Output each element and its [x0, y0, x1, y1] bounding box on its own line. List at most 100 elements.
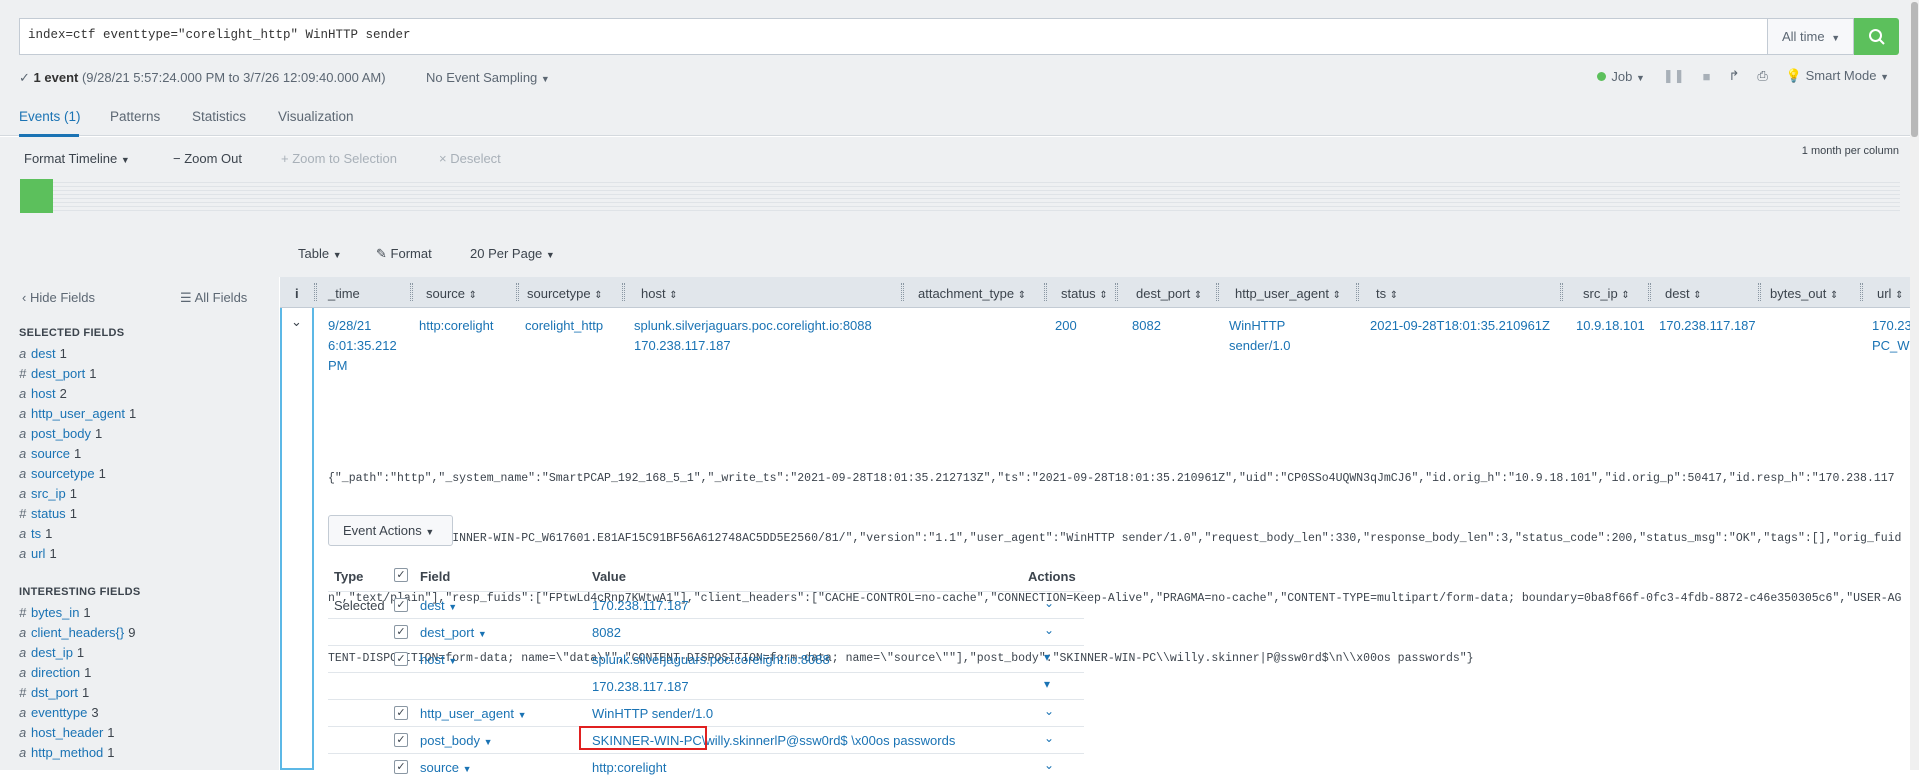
sidebar-field-dest-ip[interactable]: a dest_ip 1	[19, 645, 84, 660]
per-page-menu[interactable]: 20 Per Page ▼	[470, 246, 555, 261]
time-range-picker[interactable]: All time ▼	[1767, 18, 1854, 55]
column-header-bytes-out[interactable]: bytes_out ⇕	[1770, 286, 1838, 301]
column-header-host[interactable]: host ⇕	[641, 286, 678, 301]
tab-visualization[interactable]: Visualization	[278, 109, 354, 124]
chevron-down-icon[interactable]: ⌄	[1044, 596, 1054, 610]
cell-status[interactable]: 200	[1055, 316, 1077, 336]
sidebar-field-url[interactable]: a url 1	[19, 546, 57, 561]
field-checkbox[interactable]: ✓	[394, 760, 408, 774]
cell-dest-port[interactable]: 8082	[1132, 316, 1161, 336]
column-separator[interactable]	[516, 283, 519, 301]
sidebar-field-src-ip[interactable]: a src_ip 1	[19, 486, 77, 501]
stop-icon[interactable]: ■	[1703, 69, 1711, 84]
sidebar-field-status[interactable]: # status 1	[19, 506, 77, 521]
column-header-dest[interactable]: dest ⇕	[1665, 286, 1702, 301]
cell-host[interactable]: splunk.silverjaguars.poc.corelight.io:80…	[634, 316, 872, 356]
chevron-down-icon[interactable]: ⌄	[291, 314, 302, 330]
search-input[interactable]: index=ctf eventtype="corelight_http" Win…	[19, 18, 1767, 55]
sidebar-field-eventtype[interactable]: a eventtype 3	[19, 705, 99, 720]
sidebar-field-client-headers-[interactable]: a client_headers{} 9	[19, 625, 135, 640]
fv-field-name[interactable]: source ▼	[420, 760, 472, 775]
column-separator[interactable]	[901, 283, 904, 301]
column-separator[interactable]	[1860, 283, 1863, 301]
fv-field-name[interactable]: host ▼	[420, 652, 457, 667]
cell-time[interactable]: 9/28/21 6:01:35.212 PM	[328, 316, 397, 376]
event-actions-button[interactable]: Event Actions ▼	[328, 515, 453, 546]
field-checkbox[interactable]: ✓	[394, 706, 408, 720]
sidebar-field-host[interactable]: a host 2	[19, 386, 67, 401]
column-header-ts[interactable]: ts ⇕	[1376, 286, 1398, 301]
cell-ts[interactable]: 2021-09-28T18:01:35.210961Z	[1370, 316, 1550, 336]
fv-field-name[interactable]: dest_port ▼	[420, 625, 487, 640]
print-icon[interactable]: ⎙	[1757, 68, 1767, 84]
sidebar-field-bytes-in[interactable]: # bytes_in 1	[19, 605, 91, 620]
column-separator[interactable]	[1356, 283, 1359, 301]
chevron-down-icon[interactable]: ⌄	[1044, 623, 1054, 637]
zoom-out-button[interactable]: − Zoom Out	[173, 151, 242, 166]
hide-fields-button[interactable]: ‹ Hide Fields	[22, 290, 95, 305]
column-separator[interactable]	[1758, 283, 1761, 301]
timeline-chart[interactable]	[20, 179, 1900, 213]
sidebar-field-http-method[interactable]: a http_method 1	[19, 745, 115, 760]
sidebar-field-host-header[interactable]: a host_header 1	[19, 725, 115, 740]
column-separator[interactable]	[410, 283, 413, 301]
event-sampling-dropdown[interactable]: No Event Sampling ▼	[426, 70, 550, 85]
fv-field-name[interactable]: post_body ▼	[420, 733, 493, 748]
sidebar-field-direction[interactable]: a direction 1	[19, 665, 91, 680]
zoom-to-selection-button[interactable]: + Zoom to Selection	[281, 151, 397, 166]
chevron-down-icon[interactable]: ▾	[1044, 677, 1050, 691]
field-checkbox[interactable]: ✓	[394, 625, 408, 639]
tab-statistics[interactable]: Statistics	[192, 109, 246, 124]
fv-field-value[interactable]: http:corelight	[592, 760, 666, 775]
fv-field-value[interactable]: 8082	[592, 625, 621, 640]
column-header-http-user-agent[interactable]: http_user_agent ⇕	[1235, 286, 1341, 301]
column-separator[interactable]	[1560, 283, 1563, 301]
all-fields-button[interactable]: ☰ All Fields	[180, 290, 247, 306]
job-menu[interactable]: Job ▼	[1597, 69, 1645, 84]
pause-icon[interactable]: ❚❚	[1663, 68, 1685, 84]
fv-field-value[interactable]: 170.238.117.187	[592, 679, 689, 694]
sidebar-field-http-user-agent[interactable]: a http_user_agent 1	[19, 406, 136, 421]
column-separator[interactable]	[1044, 283, 1047, 301]
deselect-button[interactable]: × Deselect	[439, 151, 501, 166]
field-checkbox[interactable]: ✓	[394, 652, 408, 666]
column-header-dest-port[interactable]: dest_port ⇕	[1136, 286, 1202, 301]
fv-field-value[interactable]: WinHTTP sender/1.0	[592, 706, 713, 721]
cell-sourcetype[interactable]: corelight_http	[525, 316, 603, 336]
fv-field-value[interactable]: splunk.silverjaguars.poc.corelight.io:80…	[592, 652, 830, 667]
sidebar-field-ts[interactable]: a ts 1	[19, 526, 52, 541]
sidebar-field-sourcetype[interactable]: a sourcetype 1	[19, 466, 106, 481]
scrollbar-thumb[interactable]	[1911, 2, 1918, 137]
cell-http-user-agent[interactable]: WinHTTP sender/1.0	[1229, 316, 1290, 356]
timeline-bar[interactable]	[20, 179, 53, 213]
column-header-sourcetype[interactable]: sourcetype ⇕	[527, 286, 603, 301]
cell-source[interactable]: http:corelight	[419, 316, 493, 336]
column-separator[interactable]	[1216, 283, 1219, 301]
column-header-attachment-type[interactable]: attachment_type ⇕	[918, 286, 1026, 301]
column-separator[interactable]	[622, 283, 625, 301]
fv-field-name[interactable]: dest ▼	[420, 598, 457, 613]
column-header-status[interactable]: status ⇕	[1061, 286, 1108, 301]
cell-src-ip[interactable]: 10.9.18.101	[1576, 316, 1645, 336]
column-separator[interactable]	[1115, 283, 1118, 301]
format-button[interactable]: ✎ Format	[376, 246, 432, 262]
search-mode-menu[interactable]: 💡 Smart Mode ▼	[1786, 68, 1889, 84]
sidebar-field-dest-port[interactable]: # dest_port 1	[19, 366, 96, 381]
sidebar-field-dst-port[interactable]: # dst_port 1	[19, 685, 89, 700]
search-button[interactable]	[1854, 18, 1899, 55]
column-header-src-ip[interactable]: src_ip ⇕	[1583, 286, 1630, 301]
field-checkbox[interactable]: ✓	[394, 733, 408, 747]
share-icon[interactable]: ↱	[1729, 68, 1740, 84]
info-icon[interactable]: i	[295, 286, 299, 301]
sidebar-field-source[interactable]: a source 1	[19, 446, 81, 461]
tab-patterns[interactable]: Patterns	[110, 109, 160, 124]
cell-dest[interactable]: 170.238.117.187	[1659, 316, 1756, 336]
format-timeline-menu[interactable]: Format Timeline ▼	[24, 151, 130, 166]
fv-field-value[interactable]: 170.238.117.187	[592, 598, 689, 613]
column-header-time[interactable]: _time	[328, 286, 360, 301]
field-checkbox[interactable]: ✓	[394, 598, 408, 612]
sidebar-field-post-body[interactable]: a post_body 1	[19, 426, 102, 441]
tab-events[interactable]: Events (1)	[19, 109, 81, 124]
column-header-url[interactable]: url ⇕	[1877, 286, 1903, 301]
chevron-down-icon[interactable]: ⌄	[1044, 704, 1054, 718]
